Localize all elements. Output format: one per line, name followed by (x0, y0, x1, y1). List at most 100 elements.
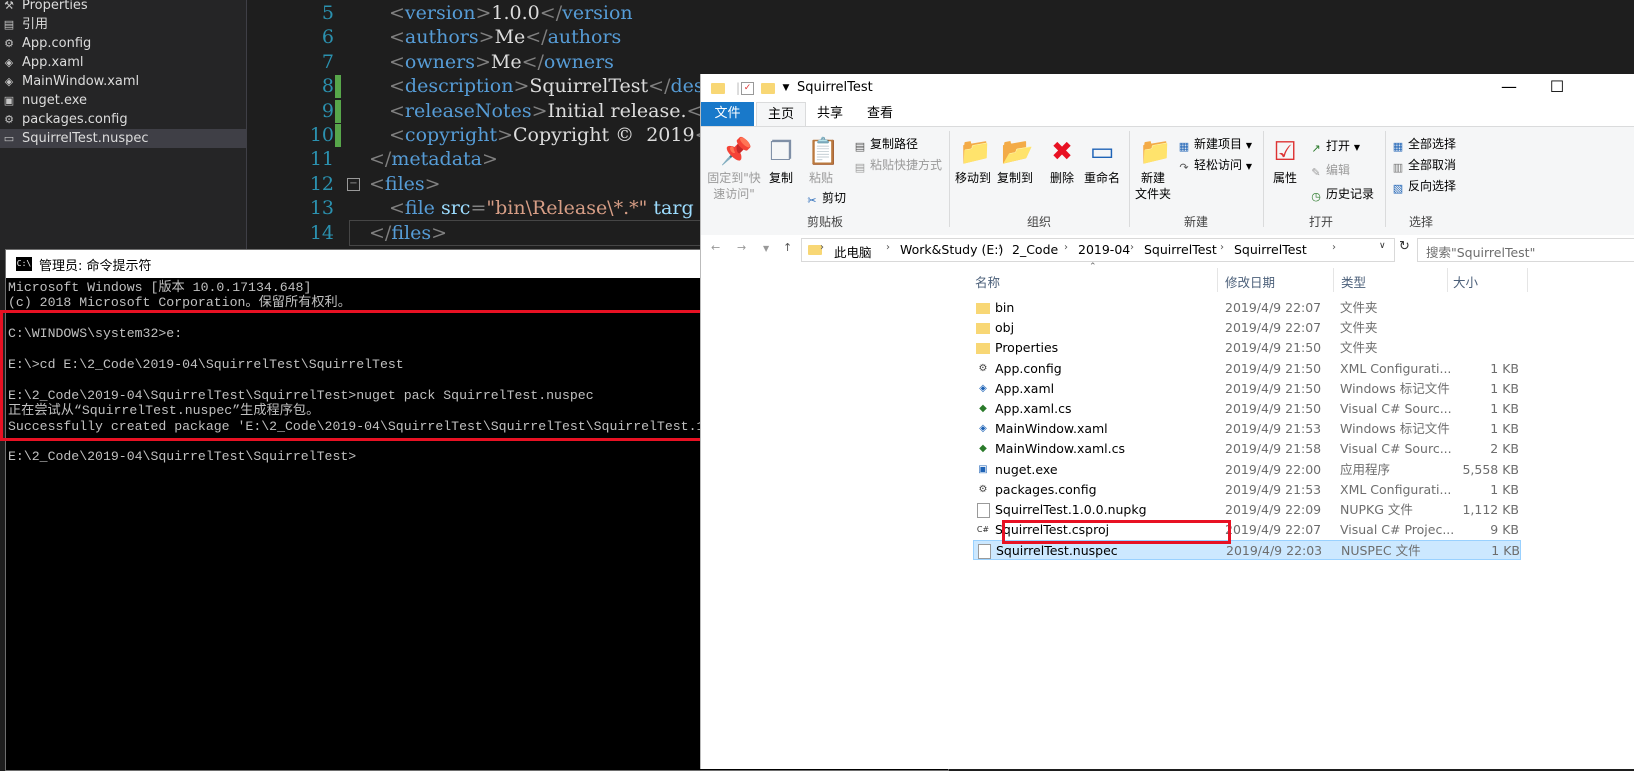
search-input[interactable]: 搜索"SquirrelTest" (1417, 238, 1634, 262)
tag-value: Me (490, 50, 522, 73)
code-line[interactable]: <file src="bin\Release\*.*" targ (389, 196, 694, 221)
breadcrumb-chevron-icon[interactable]: › (1332, 242, 1336, 253)
file-type: Visual C# Sourc... (1340, 401, 1452, 416)
history-button[interactable]: ◷ 历史记录 (1309, 185, 1374, 203)
refresh-icon[interactable]: ↻ (1399, 239, 1410, 254)
xaml-file-icon: ◈ (979, 382, 987, 394)
code-line[interactable]: </metadata> (369, 147, 498, 172)
column-separator[interactable] (1217, 268, 1218, 292)
copy-button[interactable]: ❐ 复制 (765, 137, 797, 186)
file-row[interactable]: ◆ App.xaml.cs 2019/4/9 21:50 Visual C# Sour… (973, 399, 1521, 419)
breadcrumb-chevron-icon[interactable]: › (1064, 242, 1068, 253)
bracket: > (478, 26, 495, 49)
quick-access-dropdown-icon[interactable]: ▼ (779, 81, 793, 95)
code-line[interactable]: <description>SquirrelTest</descr (389, 74, 723, 99)
code-line[interactable]: <releaseNotes>Initial release.</ (389, 99, 709, 124)
folder-icon (711, 83, 725, 94)
edit-button[interactable]: ✎ 编辑 (1309, 161, 1350, 179)
search-placeholder: 搜索"SquirrelTest" (1426, 245, 1536, 260)
column-separator[interactable] (1447, 268, 1448, 292)
breadcrumb-chevron-icon[interactable]: › (1130, 242, 1134, 253)
move-to-button[interactable]: 📁 移动到 (953, 137, 993, 186)
easy-access-button[interactable]: ↷ 轻松访问 ▼ (1177, 156, 1252, 174)
file-row[interactable]: ▣ nuget.exe 2019/4/9 22:00 应用程序 5,558 KB (973, 460, 1521, 480)
cut-button[interactable]: ✂ 剪切 (805, 189, 846, 207)
code-line[interactable]: <copyright>Copyright © 2019</co (389, 123, 739, 148)
tab-home[interactable]: 主页 (756, 102, 806, 127)
code-line[interactable]: <authors>Me</authors (389, 25, 621, 50)
new-folder-icon[interactable] (761, 83, 775, 94)
select-all-button[interactable]: ▦ 全部选择 (1391, 135, 1456, 153)
breadcrumb-chevron-icon[interactable]: › (1220, 242, 1224, 253)
csharp-file-icon: ◆ (979, 403, 987, 414)
copy-to-button[interactable]: 📂 复制到 (995, 137, 1035, 186)
file-row[interactable]: Properties 2019/4/9 21:50 文件夹 (973, 338, 1521, 358)
scissors-icon: ✂ (807, 194, 817, 207)
file-type: 文件夹 (1340, 300, 1378, 315)
breadcrumb-item[interactable]: Work&Study (E:) (900, 242, 1003, 257)
column-date[interactable]: 修改日期 (1225, 272, 1275, 291)
invert-selection-button[interactable]: ▧ 反向选择 (1391, 177, 1456, 195)
file-explorer-window[interactable]: | ✓ ▼ SquirrelTest — ☐ 文件 主页 共享 查看 📌 固定到… (700, 74, 1634, 769)
equals: = (470, 197, 487, 220)
breadcrumb-item[interactable]: 2_Code (1012, 242, 1058, 257)
column-type[interactable]: 类型 (1341, 272, 1366, 291)
explorer-title-bar[interactable]: | ✓ ▼ SquirrelTest — ☐ (701, 74, 1634, 102)
rename-button[interactable]: ▭ 重命名 (1081, 137, 1123, 186)
open-button[interactable]: ↗ 打开 ▼ (1309, 137, 1360, 155)
code-line[interactable]: </files> (369, 221, 447, 246)
collapse-icon[interactable]: − (347, 177, 360, 191)
breadcrumb-item[interactable]: 此电脑 (834, 242, 872, 261)
file-row[interactable]: obj 2019/4/9 22:07 文件夹 (973, 318, 1521, 338)
breadcrumb-chevron-icon[interactable]: › (820, 242, 824, 253)
file-icon (978, 544, 991, 560)
tab-file[interactable]: 文件 (701, 102, 754, 126)
new-folder-button[interactable]: 📁 新建 文件夹 (1133, 137, 1173, 202)
tag-value: 1.0.0 (491, 2, 540, 24)
cut-label: 剪切 (822, 191, 847, 205)
paste-shortcut-button[interactable]: ▤ 粘贴快捷方式 (853, 156, 942, 174)
tag-name: version (404, 2, 476, 24)
explorer-maximize-button[interactable]: ☐ (1535, 74, 1579, 102)
file-row[interactable]: ◆ MainWindow.xaml.cs 2019/4/9 21:58 Visual … (973, 439, 1521, 459)
properties-check-icon[interactable]: ✓ (741, 82, 754, 95)
forward-arrow-icon[interactable]: → (737, 241, 746, 254)
breadcrumb-chevron-icon[interactable]: › (998, 242, 1002, 253)
file-row[interactable]: ◈ MainWindow.xaml 2019/4/9 21:53 Windows 标记… (973, 419, 1521, 439)
properties-button[interactable]: ☑ 属性 (1267, 137, 1303, 186)
tab-view[interactable]: 查看 (857, 102, 903, 126)
column-separator[interactable] (1527, 268, 1528, 292)
code-line[interactable]: <version>1.0.0</version (389, 1, 633, 26)
file-row[interactable]: ◈ App.xaml 2019/4/9 21:50 Windows 标记文件 1 KB (973, 379, 1521, 399)
pin-quick-access-button[interactable]: 📌 固定到"快 速访问" (705, 137, 763, 202)
explorer-minimize-button[interactable]: — (1487, 74, 1531, 102)
file-row[interactable]: SquirrelTest.1.0.0.nupkg 2019/4/9 22:09 NU… (973, 500, 1521, 520)
new-item-button[interactable]: ▦ 新建项目 ▼ (1177, 135, 1252, 153)
code-line[interactable]: <owners>Me</owners (389, 50, 614, 75)
copy-icon: ❐ (769, 137, 793, 167)
up-arrow-icon[interactable]: ↑ (783, 241, 792, 254)
bracket: </ (369, 221, 392, 244)
file-row[interactable]: ⚙ packages.config 2019/4/9 21:53 XML Config… (973, 480, 1521, 500)
file-row[interactable]: bin 2019/4/9 22:07 文件夹 (973, 298, 1521, 318)
delete-button[interactable]: ✖ 删除 (1045, 137, 1079, 186)
column-size[interactable]: 大小 (1453, 272, 1478, 291)
breadcrumb-item[interactable]: 2019-04 (1078, 242, 1130, 257)
select-none-button[interactable]: ▥ 全部取消 (1391, 156, 1456, 174)
copy-path-button[interactable]: ▤ 复制路径 (853, 135, 918, 153)
breadcrumb-chevron-icon[interactable]: › (886, 242, 890, 253)
address-bar[interactable]: › 此电脑 › Work&Study (E:) › 2_Code › 2019-04 › Squi… (801, 238, 1395, 262)
code-line[interactable]: <files> (369, 172, 441, 197)
back-arrow-icon[interactable]: ← (711, 241, 720, 254)
file-list[interactable]: ⌃ 名称 修改日期 类型 大小 bin 2019/4/9 22:07 文件夹 obj 2… (971, 262, 1634, 769)
recent-dropdown-icon[interactable]: ▼ (763, 244, 769, 253)
breadcrumb-item[interactable]: SquirrelTest (1234, 242, 1307, 257)
bracket: > (531, 99, 548, 122)
address-dropdown-icon[interactable]: ∨ (1379, 241, 1386, 251)
breadcrumb-item[interactable]: SquirrelTest (1144, 242, 1217, 257)
column-name[interactable]: 名称 (975, 272, 1000, 291)
column-separator[interactable] (1333, 268, 1334, 292)
file-row[interactable]: ⚙ App.config 2019/4/9 21:50 XML Configurati… (973, 359, 1521, 379)
tab-share[interactable]: 共享 (807, 102, 853, 126)
paste-button[interactable]: 📋 粘贴 (803, 137, 839, 186)
